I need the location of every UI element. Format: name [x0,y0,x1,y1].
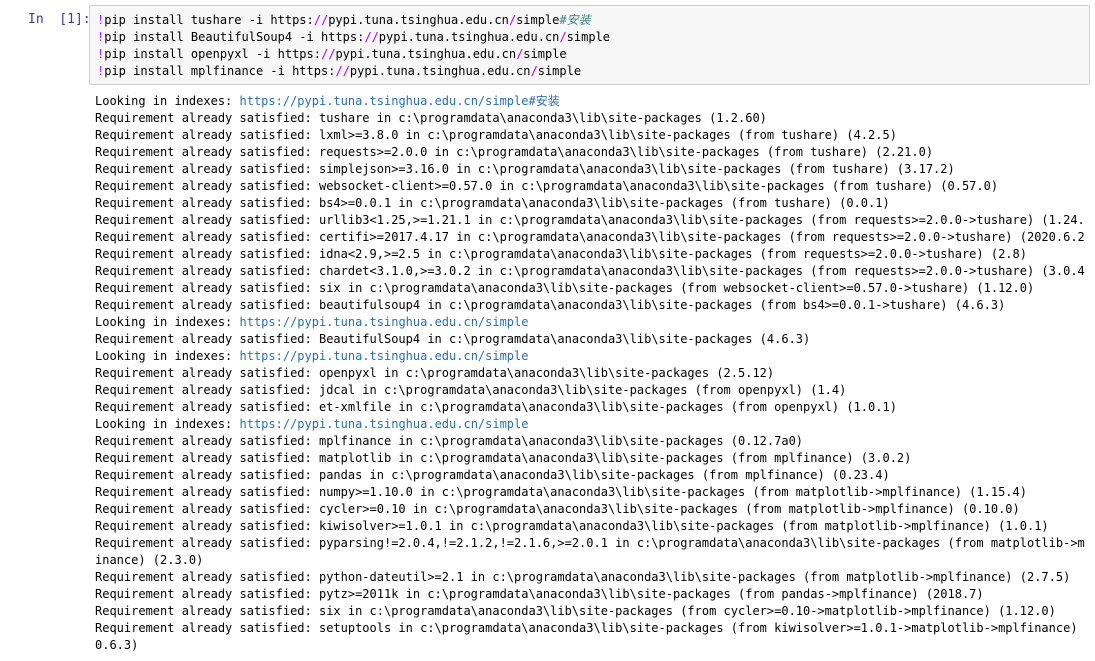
output-text: Requirement already satisfied: kiwisolve… [95,519,1049,533]
output-text: Requirement already satisfied: urllib3<1… [95,213,1085,227]
index-url-link[interactable]: https://pypi.tuna.tsinghua.edu.cn/simple… [240,94,560,108]
code-input-area[interactable]: !pip install tushare -i https://pypi.tun… [89,5,1090,85]
output-line: Requirement already satisfied: simplejso… [95,161,1085,178]
code-line[interactable]: !pip install openpyxl -i https://pypi.tu… [97,46,1089,63]
index-url-line: Looking in indexes: https://pypi.tuna.ts… [95,416,1085,433]
output-line: Requirement already satisfied: certifi>=… [95,229,1085,246]
output-text: Requirement already satisfied: matplotli… [95,451,912,465]
index-url-line: Looking in indexes: https://pypi.tuna.ts… [95,314,1085,331]
code-command: pip install BeautifulSoup4 -i https: [104,30,365,44]
code-operator: / [508,13,517,27]
code-line[interactable]: !pip install BeautifulSoup4 -i https://p… [97,29,1089,46]
output-text: Requirement already satisfied: simplejso… [95,162,955,176]
code-operator: // [335,64,350,78]
output-text: Requirement already satisfied: six in c:… [95,281,1035,295]
code-operator: / [559,30,567,44]
output-line: Requirement already satisfied: numpy>=1.… [95,484,1085,501]
code-line[interactable]: !pip install mplfinance -i https://pypi.… [97,63,1089,80]
output-line: Requirement already satisfied: pandas in… [95,467,1085,484]
output-line: Requirement already satisfied: bs4>=0.0.… [95,195,1085,212]
cell-output-area: Looking in indexes: https://pypi.tuna.ts… [95,93,1085,654]
output-line: Requirement already satisfied: six in c:… [95,280,1085,297]
output-line: Requirement already satisfied: pytz>=201… [95,586,1085,603]
output-line: Requirement already satisfied: lxml>=3.8… [95,127,1085,144]
output-text: Requirement already satisfied: websocket… [95,179,999,193]
output-line: Requirement already satisfied: kiwisolve… [95,518,1085,535]
code-host: pypi.tuna.tsinghua.edu.cn [328,13,509,27]
code-command: pip install mplfinance -i https: [104,64,336,78]
code-host: pypi.tuna.tsinghua.edu.cn [335,47,517,61]
output-text: Looking in indexes: [95,417,240,431]
index-url-line: Looking in indexes: https://pypi.tuna.ts… [95,93,1085,110]
code-command: pip install openpyxl -i https: [104,47,321,61]
index-url-line: Looking in indexes: https://pypi.tuna.ts… [95,348,1085,365]
output-line: inance) (2.3.0) [95,552,1085,569]
output-text: Requirement already satisfied: openpyxl … [95,366,775,380]
output-text: Requirement already satisfied: bs4>=0.0.… [95,196,890,210]
index-url-link[interactable]: https://pypi.tuna.tsinghua.edu.cn/simple [240,417,529,431]
output-text: Requirement already satisfied: cycler>=0… [95,502,1020,516]
code-operator: // [313,13,329,27]
code-host: pypi.tuna.tsinghua.edu.cn [378,30,560,44]
output-text: 0.6.3) [95,638,139,652]
output-text: Requirement already satisfied: mplfinanc… [95,434,804,448]
output-text: Requirement already satisfied: chardet<3… [95,264,1085,278]
output-text: Looking in indexes: [95,94,240,108]
output-text: inance) (2.3.0) [95,553,204,567]
output-line: Requirement already satisfied: idna<2.9,… [95,246,1085,263]
index-url-link[interactable]: https://pypi.tuna.tsinghua.edu.cn/simple [240,349,529,363]
output-text: Looking in indexes: [95,349,240,363]
code-operator: / [530,64,538,78]
output-text: Requirement already satisfied: pandas in… [95,468,890,482]
output-text: Requirement already satisfied: beautiful… [95,298,1006,312]
code-path: simple [516,13,560,27]
code-line[interactable]: !pip install tushare -i https://pypi.tun… [97,12,1089,29]
output-line: Requirement already satisfied: matplotli… [95,450,1085,467]
code-comment: #安装 [559,13,591,27]
code-path: simple [566,30,610,44]
output-text: Requirement already satisfied: jdcal in … [95,383,847,397]
code-command: pip install tushare -i https: [104,13,314,27]
output-line: Requirement already satisfied: et-xmlfil… [95,399,1085,416]
input-prompt: In [1]: [28,12,91,27]
output-line: Requirement already satisfied: urllib3<1… [95,212,1085,229]
output-line: Requirement already satisfied: setuptool… [95,620,1085,637]
output-text: Requirement already satisfied: setuptool… [95,621,1085,635]
output-text: Requirement already satisfied: tushare i… [95,111,767,125]
output-line: Requirement already satisfied: Beautiful… [95,331,1085,348]
output-line: Requirement already satisfied: requests>… [95,144,1085,161]
output-text: Requirement already satisfied: python-da… [95,570,1071,584]
code-host: pypi.tuna.tsinghua.edu.cn [349,64,531,78]
output-line: 0.6.3) [95,637,1085,654]
index-url-link[interactable]: https://pypi.tuna.tsinghua.edu.cn/simple [240,315,529,329]
output-text: Looking in indexes: [95,315,240,329]
output-line: Requirement already satisfied: python-da… [95,569,1085,586]
output-text: Requirement already satisfied: pyparsing… [95,536,1085,550]
output-line: Requirement already satisfied: beautiful… [95,297,1085,314]
output-line: Requirement already satisfied: jdcal in … [95,382,1085,399]
output-line: Requirement already satisfied: mplfinanc… [95,433,1085,450]
output-text: Requirement already satisfied: requests>… [95,145,934,159]
code-path: simple [523,47,567,61]
output-text: Requirement already satisfied: certifi>=… [95,230,1085,244]
output-text: Requirement already satisfied: six in c:… [95,604,1056,618]
output-text: Requirement already satisfied: lxml>=3.8… [95,128,897,142]
code-operator: // [320,47,336,61]
output-line: Requirement already satisfied: pyparsing… [95,535,1085,552]
output-line: Requirement already satisfied: websocket… [95,178,1085,195]
output-text: Requirement already satisfied: idna<2.9,… [95,247,1027,261]
output-text: Requirement already satisfied: Beautiful… [95,332,811,346]
code-path: simple [537,64,582,78]
output-text: Requirement already satisfied: numpy>=1.… [95,485,1027,499]
output-line: Requirement already satisfied: tushare i… [95,110,1085,127]
output-line: Requirement already satisfied: six in c:… [95,603,1085,620]
output-line: Requirement already satisfied: openpyxl … [95,365,1085,382]
output-text: Requirement already satisfied: pytz>=201… [95,587,984,601]
output-text: Requirement already satisfied: et-xmlfil… [95,400,897,414]
output-line: Requirement already satisfied: chardet<3… [95,263,1085,280]
code-operator: // [364,30,379,44]
output-line: Requirement already satisfied: cycler>=0… [95,501,1085,518]
